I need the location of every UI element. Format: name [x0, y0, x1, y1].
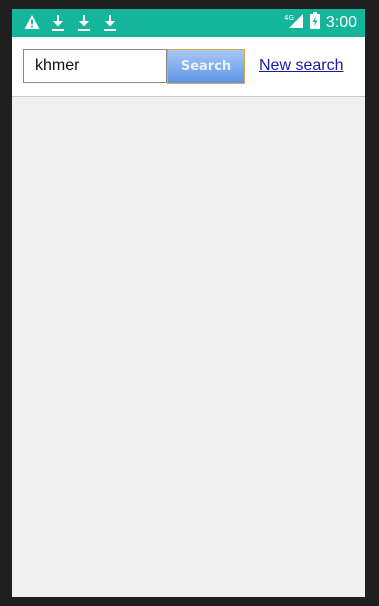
system-icons: 4G 3:00 [284, 12, 357, 34]
battery-charging-icon [309, 12, 320, 34]
download-icon [76, 14, 92, 32]
warning-icon [24, 14, 40, 32]
status-bar: 4G 3:00 [12, 9, 365, 37]
search-input[interactable] [23, 49, 167, 83]
search-toolbar: Search New search [12, 37, 365, 97]
notification-icons [24, 13, 128, 33]
search-button[interactable]: Search [167, 49, 245, 84]
download-icon [102, 14, 118, 32]
new-search-link[interactable]: New search [259, 57, 343, 75]
download-icon [50, 14, 66, 32]
signal-icon: 4G [284, 13, 304, 34]
network-type-label: 4G [284, 14, 294, 22]
clock: 3:00 [325, 14, 357, 31]
results-area [12, 97, 365, 597]
device-frame: 4G 3:00 Search New search [0, 0, 379, 606]
screen: 4G 3:00 Search New search [12, 9, 365, 597]
